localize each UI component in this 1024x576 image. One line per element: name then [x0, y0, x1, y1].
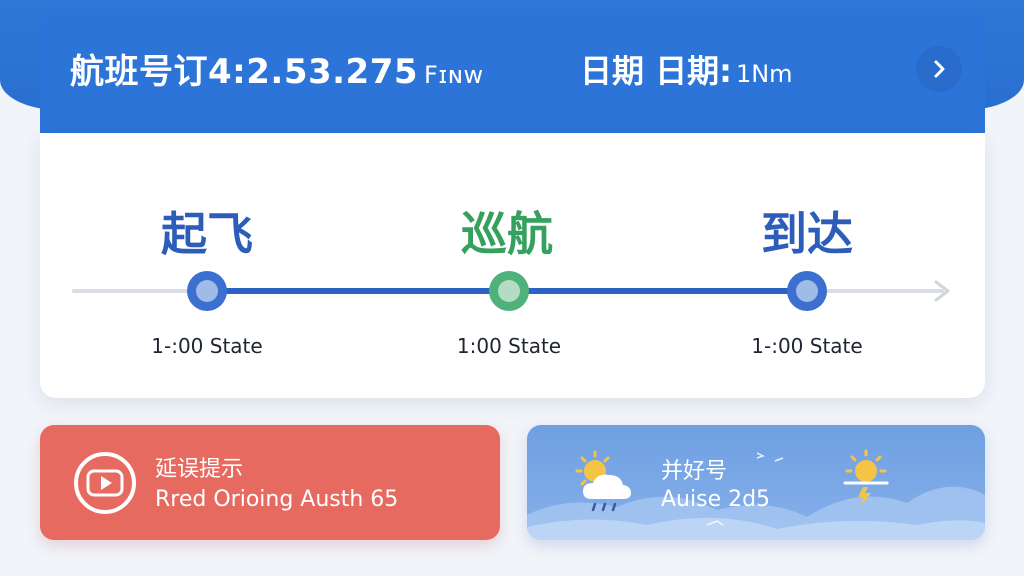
weather-subtitle: Auise 2d5	[661, 487, 771, 512]
flight-number: 航班号订4:2.53.275 Fɪɴw	[70, 44, 484, 93]
stage-time-takeoff: 1-:00 State	[151, 334, 263, 358]
stage-time-arrival: 1-:00 State	[751, 334, 863, 358]
stage-label-takeoff: 起飞	[161, 207, 253, 261]
play-circle-icon	[74, 452, 136, 514]
flight-status-screen: 航班号订4:2.53.275 Fɪɴw 日期 日期: 1Nm 起飞 巡航 到达 1-…	[0, 0, 1024, 576]
stage-node-cruise[interactable]	[489, 271, 529, 311]
weather-title: 并好号	[661, 459, 728, 484]
delay-alert-card[interactable]: 延误提示 Rred Orioing Austh 65	[40, 425, 500, 540]
arrow-right-icon	[934, 280, 950, 302]
stage-label-arrival: 到达	[761, 207, 853, 261]
stage-time-cruise: 1:00 State	[456, 334, 562, 358]
timeline-card	[40, 133, 985, 398]
delay-title: 延误提示	[155, 457, 244, 482]
flight-date: 日期 日期: 1Nm	[580, 46, 793, 92]
flight-date-text: 日期 日期:	[580, 52, 732, 90]
chevron-right-icon	[934, 60, 945, 78]
sun-storm-icon	[843, 449, 889, 507]
stage-node-takeoff[interactable]	[187, 271, 227, 311]
delay-subtitle: Rred Orioing Austh 65	[155, 487, 399, 512]
next-button[interactable]	[916, 46, 962, 92]
flight-date-suffix: 1Nm	[735, 60, 793, 88]
partly-cloudy-rain-icon	[575, 450, 631, 512]
stage-label-cruise: 巡航	[461, 207, 553, 261]
stage-node-arrival[interactable]	[787, 271, 827, 311]
play-icon	[86, 469, 124, 497]
weather-card[interactable]: 并好号 Auise 2d5	[527, 425, 985, 540]
flight-number-suffix: Fɪɴw	[424, 61, 484, 89]
flight-number-text: 航班号订4:2.53.275	[70, 52, 419, 92]
